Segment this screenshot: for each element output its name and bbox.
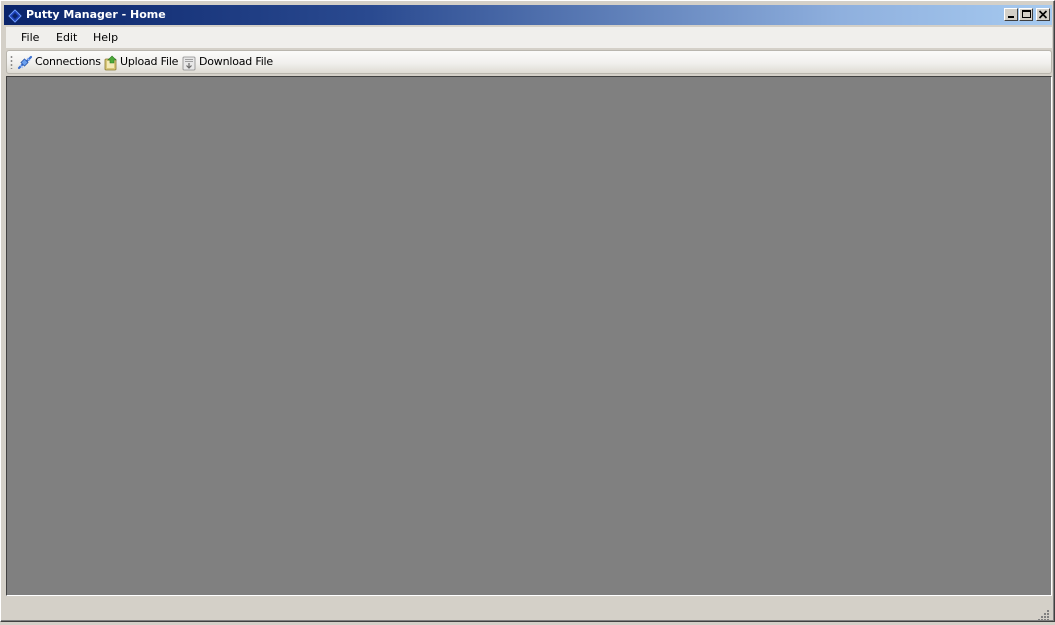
connections-button[interactable]: Connections — [17, 53, 101, 71]
upload-icon — [104, 55, 117, 71]
close-icon — [1038, 10, 1048, 19]
maximize-button[interactable] — [1019, 8, 1033, 21]
toolbar: Connections Upload File Download File — [6, 50, 1052, 74]
menu-bar: File Edit Help — [6, 27, 1052, 48]
menu-edit[interactable]: Edit — [50, 30, 83, 46]
menu-help[interactable]: Help — [87, 30, 124, 46]
download-file-label: Download File — [199, 55, 273, 68]
maximize-icon — [1022, 10, 1031, 18]
connections-label: Connections — [35, 55, 101, 68]
toolbar-grip[interactable] — [10, 55, 13, 69]
diamond-app-icon — [8, 8, 22, 23]
status-bar — [6, 598, 1052, 621]
app-window: Putty Manager - Home File Edit Help Conn… — [0, 0, 1055, 622]
minimize-icon — [1008, 16, 1014, 18]
download-file-button[interactable]: Download File — [182, 53, 273, 71]
minimize-button[interactable] — [1004, 8, 1018, 21]
resize-grip-icon[interactable] — [1038, 606, 1050, 621]
menu-file[interactable]: File — [15, 30, 45, 46]
upload-file-label: Upload File — [120, 55, 179, 68]
mdi-workspace[interactable] — [6, 76, 1052, 596]
download-icon — [182, 56, 196, 71]
close-button[interactable] — [1036, 8, 1050, 21]
title-bar[interactable]: Putty Manager - Home — [4, 5, 1052, 25]
window-title: Putty Manager - Home — [26, 8, 166, 21]
connections-icon — [17, 55, 33, 70]
upload-file-button[interactable]: Upload File — [104, 53, 178, 71]
